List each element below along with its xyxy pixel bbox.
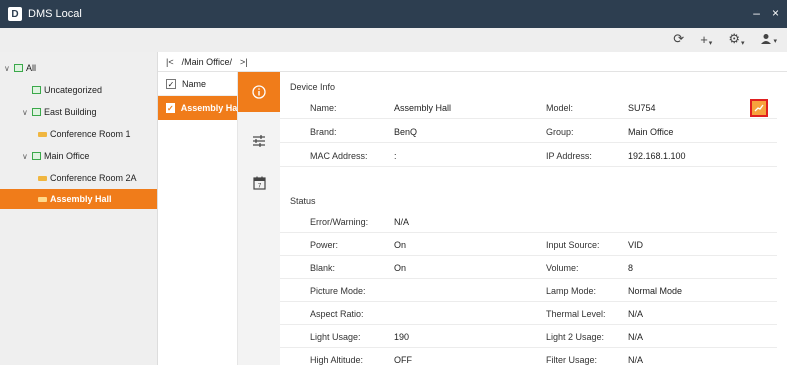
tab-schedule[interactable]: 7: [238, 163, 280, 203]
info-row: Name: Assembly Hall Model: SU754: [280, 96, 777, 119]
tree-item-conference-room-2a[interactable]: Conference Room 2A: [38, 168, 137, 188]
row-checkbox[interactable]: ✓: [166, 103, 175, 113]
name-column-header[interactable]: Name: [182, 79, 206, 89]
status-row: Power: On Input Source: VID: [280, 233, 777, 256]
group-tree: ∨ All Uncategorized ∨ East Building Conf…: [0, 52, 158, 365]
tree-item-east-building[interactable]: ∨ East Building: [22, 102, 97, 122]
info-row: MAC Address: : IP Address: 192.168.1.100: [280, 144, 777, 167]
status-title: Status: [290, 196, 316, 206]
device-info-title: Device Info: [290, 82, 336, 92]
breadcrumb-path[interactable]: /Main Office/: [182, 57, 232, 67]
chevron-down-icon[interactable]: ∨: [22, 108, 32, 117]
detail-tabs: 7: [238, 72, 286, 365]
chevron-down-icon[interactable]: ∨: [4, 64, 14, 73]
status-row: Picture Mode: Lamp Mode: Normal Mode: [280, 279, 777, 302]
user-icon[interactable]: ▾: [760, 33, 777, 45]
status-row: Error/Warning: N/A: [280, 210, 777, 233]
info-icon: [252, 85, 266, 99]
list-header: ✓ Name: [158, 72, 237, 96]
device-details: Device Info Name: Assembly Hall Model: S…: [280, 72, 787, 365]
app-title: DMS Local: [28, 8, 82, 20]
projector-icon: [38, 175, 47, 181]
projector-icon: [38, 131, 47, 137]
close-button[interactable]: ×: [772, 6, 779, 20]
group-icon: [14, 64, 23, 72]
svg-text:7: 7: [257, 183, 261, 190]
breadcrumb-back-button[interactable]: |<: [166, 57, 174, 67]
minimize-button[interactable]: –: [753, 6, 760, 20]
app-logo-icon: D: [8, 7, 22, 21]
tree-item-all[interactable]: ∨ All: [4, 58, 36, 78]
tree-item-main-office[interactable]: ∨ Main Office: [22, 146, 89, 166]
tree-item-assembly-hall[interactable]: Assembly Hall: [0, 189, 157, 209]
select-all-checkbox[interactable]: ✓: [166, 78, 176, 89]
projector-icon: [38, 196, 47, 202]
chevron-down-icon[interactable]: ∨: [22, 152, 32, 161]
trend-chart-button[interactable]: [750, 99, 768, 117]
status-row: Aspect Ratio: Thermal Level: N/A: [280, 302, 777, 325]
add-icon[interactable]: + ▾: [700, 32, 712, 47]
list-item-name: Assembly Hall: [180, 103, 237, 113]
status-row: Blank: On Volume: 8: [280, 256, 777, 279]
breadcrumb-forward-button[interactable]: >|: [240, 57, 248, 67]
group-icon: [32, 86, 41, 94]
tree-item-uncategorized[interactable]: Uncategorized: [32, 80, 102, 100]
device-list: ✓ Name ✓ Assembly Hall: [158, 72, 238, 365]
tree-item-conference-room-1[interactable]: Conference Room 1: [38, 124, 131, 144]
tab-settings[interactable]: [238, 121, 280, 161]
trend-chart-icon: [754, 104, 764, 112]
info-row: Brand: BenQ Group: Main Office: [280, 120, 777, 143]
tab-info[interactable]: [238, 72, 286, 112]
group-icon: [32, 152, 41, 160]
status-row: Light Usage: 190 Light 2 Usage: N/A: [280, 325, 777, 348]
refresh-icon[interactable]: ⟳: [673, 31, 684, 47]
status-row: High Altitude: OFF Filter Usage: N/A: [310, 355, 644, 365]
group-icon: [32, 108, 41, 116]
sliders-icon: [253, 135, 265, 147]
toolbar: ⟳ + ▾ ⚙ ▾ ▾: [0, 28, 787, 52]
breadcrumb: |< /Main Office/ >|: [158, 52, 787, 72]
list-item[interactable]: ✓ Assembly Hall: [158, 96, 237, 120]
calendar-icon: 7: [252, 176, 266, 190]
settings-icon[interactable]: ⚙ ▾: [728, 31, 744, 47]
title-bar: D DMS Local – ×: [0, 0, 787, 28]
